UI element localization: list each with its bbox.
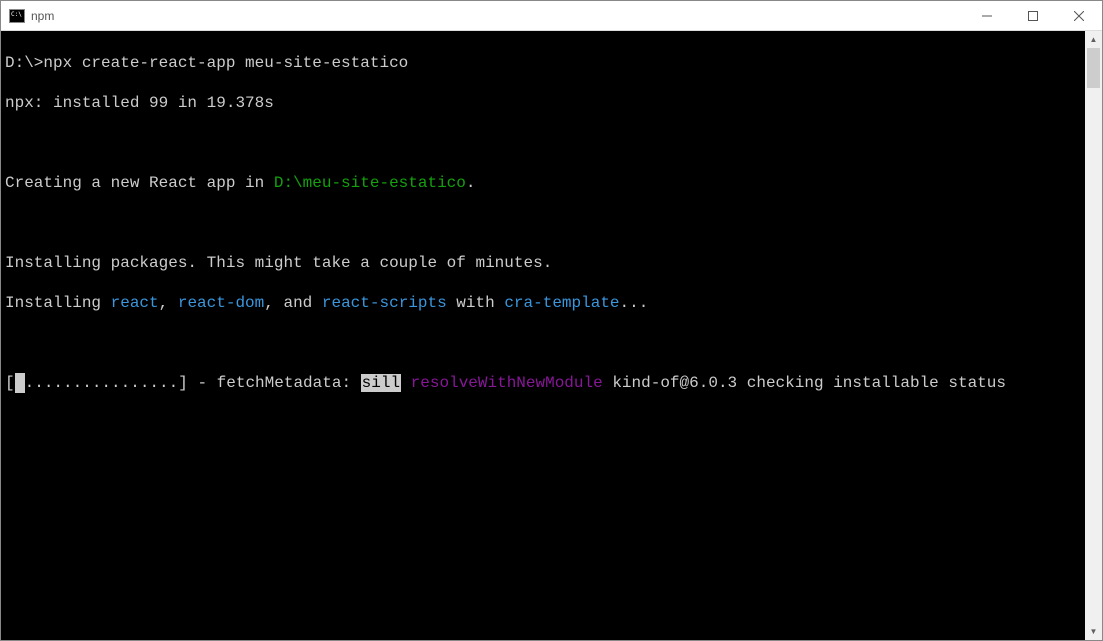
package-name: react bbox=[111, 294, 159, 312]
terminal-blank-line bbox=[5, 133, 1085, 153]
command-text: npx create-react-app meu-site-estatico bbox=[43, 54, 408, 72]
package-name: react-scripts bbox=[322, 294, 447, 312]
terminal-line: D:\>npx create-react-app meu-site-estati… bbox=[5, 53, 1085, 73]
sill-tag: sill bbox=[361, 374, 401, 392]
terminal-blank-line bbox=[5, 333, 1085, 353]
status-text: kind-of@6.0.3 checking installable statu… bbox=[603, 374, 1006, 392]
progress-dots: ................ bbox=[25, 374, 179, 392]
scroll-up-arrow-icon[interactable]: ▲ bbox=[1085, 31, 1102, 48]
progress-fill bbox=[15, 373, 25, 393]
template-name: cra-template bbox=[504, 294, 619, 312]
vertical-scrollbar[interactable]: ▲ ▼ bbox=[1085, 31, 1102, 640]
terminal-area: D:\>npx create-react-app meu-site-estati… bbox=[1, 31, 1102, 640]
progress-close: ] - fetchMetadata: bbox=[178, 374, 360, 392]
terminal-line: Creating a new React app in D:\meu-site-… bbox=[5, 173, 1085, 193]
window-titlebar: npm bbox=[1, 1, 1102, 31]
window-title: npm bbox=[31, 9, 964, 23]
terminal-line: Installing packages. This might take a c… bbox=[5, 253, 1085, 273]
resolve-text: resolveWithNewModule bbox=[401, 374, 603, 392]
terminal-icon bbox=[9, 8, 25, 24]
text: with bbox=[447, 294, 505, 312]
close-button[interactable] bbox=[1056, 1, 1102, 30]
progress-open: [ bbox=[5, 374, 15, 392]
window-controls bbox=[964, 1, 1102, 30]
text: ... bbox=[620, 294, 649, 312]
maximize-button[interactable] bbox=[1010, 1, 1056, 30]
scrollbar-track[interactable] bbox=[1085, 48, 1102, 623]
terminal-line: npx: installed 99 in 19.378s bbox=[5, 93, 1085, 113]
terminal-blank-line bbox=[5, 213, 1085, 233]
text: , bbox=[159, 294, 178, 312]
prompt: D:\> bbox=[5, 54, 43, 72]
scrollbar-thumb[interactable] bbox=[1087, 48, 1100, 88]
path-text: D:\meu-site-estatico bbox=[274, 174, 466, 192]
terminal-line: Installing react, react-dom, and react-s… bbox=[5, 293, 1085, 313]
text: Creating a new React app in bbox=[5, 174, 274, 192]
terminal-output[interactable]: D:\>npx create-react-app meu-site-estati… bbox=[1, 31, 1085, 640]
terminal-progress-line: [ ................] - fetchMetadata: sil… bbox=[5, 373, 1085, 393]
package-name: react-dom bbox=[178, 294, 264, 312]
text: , and bbox=[264, 294, 322, 312]
text: Installing bbox=[5, 294, 111, 312]
text: . bbox=[466, 174, 476, 192]
scroll-down-arrow-icon[interactable]: ▼ bbox=[1085, 623, 1102, 640]
minimize-button[interactable] bbox=[964, 1, 1010, 30]
